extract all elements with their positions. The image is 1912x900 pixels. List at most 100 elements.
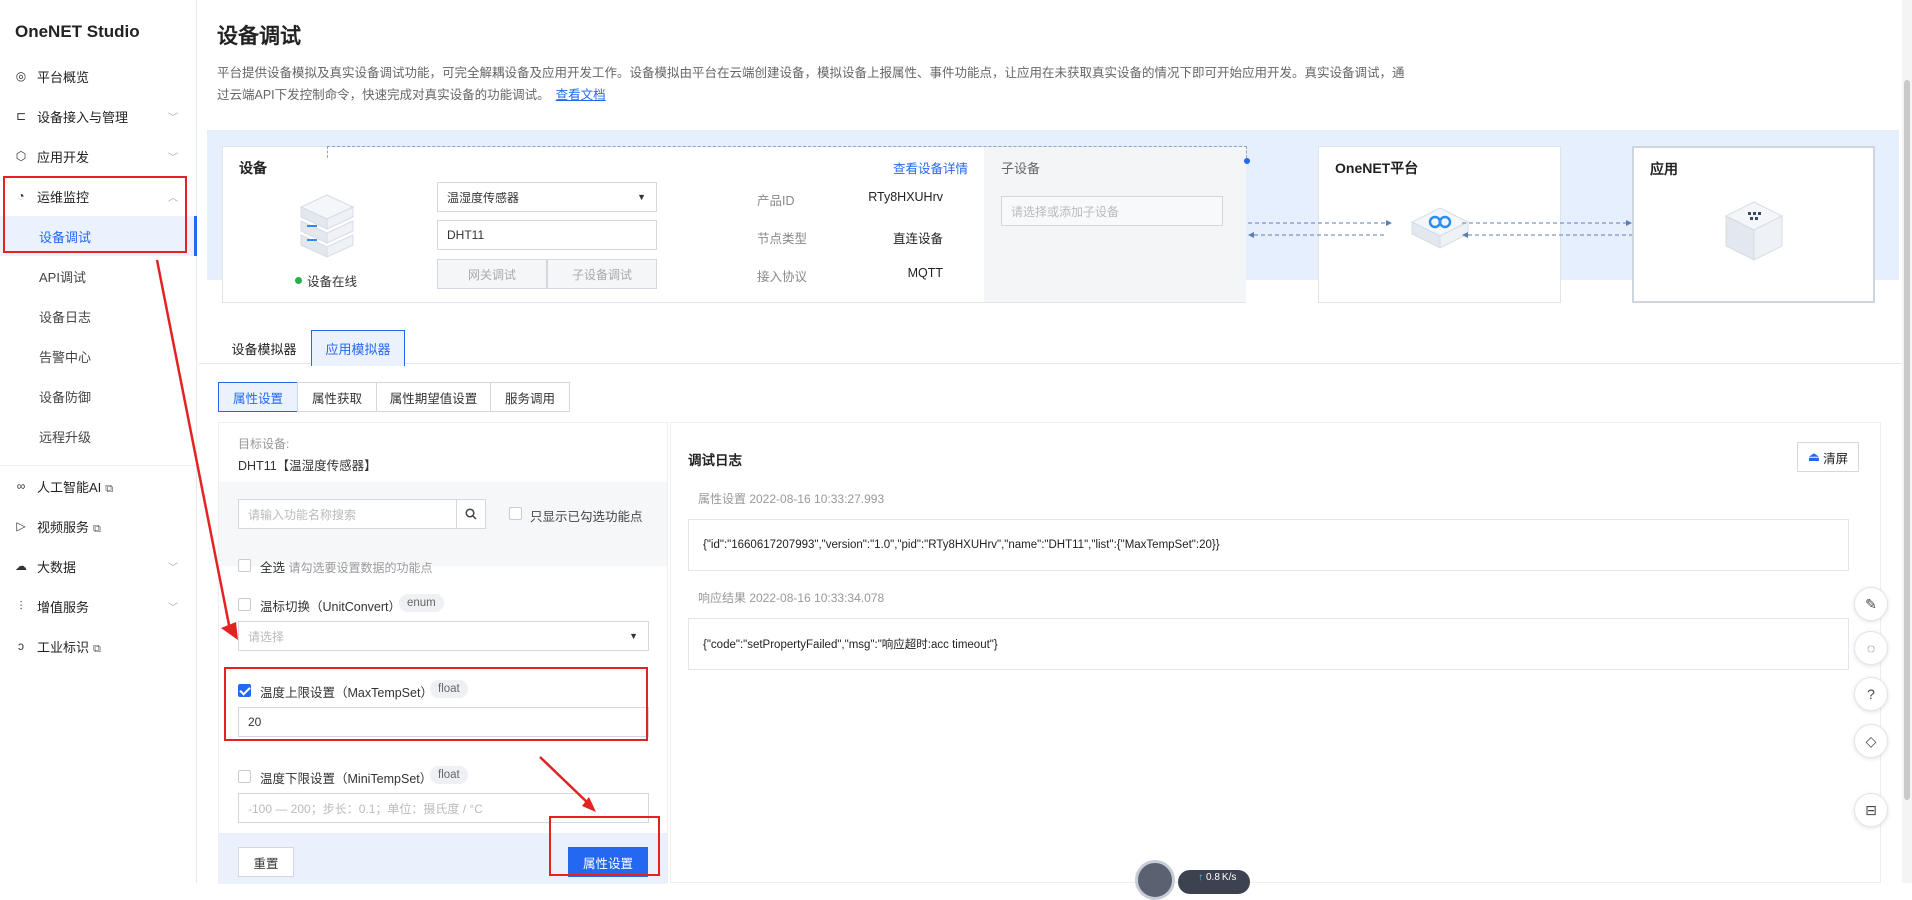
page-description: 平台提供设备模拟及真实设备调试功能，可完全解耦设备及应用开发工作。设备模拟由平台… <box>217 62 1457 106</box>
only-checked-label: 只显示已勾选功能点 <box>530 510 643 524</box>
node-type-label: 节点类型 <box>757 232 808 246</box>
debug-mode-group: 网关调试 子设备调试 <box>437 259 657 289</box>
network-speed-value: 0.8 <box>1206 872 1220 883</box>
chat-fab[interactable]: ◌ <box>1854 631 1888 665</box>
feedback-icon: ◇ <box>1865 732 1877 749</box>
sidebar-subitem-device-defense[interactable]: 设备防御 <box>0 376 196 416</box>
cloud-icon: ☁ <box>15 559 27 573</box>
application-cube-icon <box>1724 201 1784 261</box>
node-type-value: 直连设备 <box>892 232 943 246</box>
application-card: 应用 <box>1632 146 1875 303</box>
log-entry-body: {"id":"1660617207993","version":"1.0","p… <box>688 519 1849 571</box>
external-link-icon: ⧉ <box>93 522 101 535</box>
subdevice-select[interactable]: 请选择或添加子设备 <box>1001 196 1223 226</box>
nav-item-video[interactable]: ▷ 视频服务 ⧉ <box>0 508 196 544</box>
sidebar-subitem-alarm-center[interactable]: 告警中心 <box>0 336 196 376</box>
nav-item-device-management[interactable]: ⊏ 设备接入与管理 ﹀ <box>0 98 196 134</box>
prop-type-tag: enum <box>399 594 444 612</box>
nav-item-label: 工业标识 ⧉ <box>37 639 101 655</box>
select-placeholder: 请选择 <box>248 629 285 644</box>
edit-fab[interactable]: ✎ <box>1854 587 1888 621</box>
id-icon: ↄ <box>18 639 24 653</box>
log-entry-header: 响应结果 2022-08-16 10:33:34.078 <box>698 591 885 605</box>
subdevice-debug-button[interactable]: 子设备调试 <box>547 259 657 289</box>
clear-log-button[interactable]: ⏏ 清屏 <box>1797 442 1859 472</box>
compass-icon: ◎ <box>15 69 27 83</box>
clear-label: 清屏 <box>1823 451 1849 466</box>
nav-item-label: 人工智能AI ⧉ <box>37 479 114 495</box>
prop-unitconvert-checkbox[interactable] <box>238 598 251 611</box>
cube-icon: ⬡ <box>15 149 27 163</box>
scrollbar-thumb[interactable] <box>1904 80 1910 800</box>
network-speed-unit: K/s <box>1221 872 1237 883</box>
status-dot-icon <box>295 277 302 284</box>
nav-item-label: 应用开发 <box>37 149 90 165</box>
desc-line-1: 平台提供设备模拟及真实设备调试功能，可完全解耦设备及应用开发工作。设备模拟由平台… <box>217 66 1405 80</box>
chevron-down-icon: ﹀ <box>168 152 178 164</box>
log-entry-header: 属性设置 2022-08-16 10:33:27.993 <box>698 492 885 506</box>
protocol-value: MQTT <box>907 266 943 280</box>
nav-item-app-dev[interactable]: ⬡ 应用开发 ﹀ <box>0 138 196 174</box>
property-panel: 目标设备: DHT11【温湿度传感器】 请输入功能名称搜索 只显示已勾选功能点 … <box>218 422 668 884</box>
connector-dot <box>1244 158 1250 164</box>
chevron-down-icon: ﹀ <box>168 562 178 574</box>
target-device-label: 目标设备: <box>238 437 290 451</box>
subtab-property-get[interactable]: 属性获取 <box>297 382 377 412</box>
nav-item-industrial-id[interactable]: ↄ 工业标识 ⧉ <box>0 628 196 664</box>
nav-item-label: 视频服务 ⧉ <box>37 519 101 535</box>
subitem-label: 设备日志 <box>39 309 92 325</box>
subitem-label: 远程升级 <box>39 429 92 445</box>
doc-link[interactable]: 查看文档 <box>556 88 606 102</box>
brand-logo: OneNET Studio <box>15 22 140 41</box>
prop-minitempset-checkbox[interactable] <box>238 770 251 783</box>
nav-item-label: 增值服务 <box>37 599 90 615</box>
network-gauge <box>1135 860 1175 900</box>
edit-icon: ✎ <box>1865 595 1877 612</box>
subtab-service-call[interactable]: 服务调用 <box>490 382 570 412</box>
tab-device-simulator[interactable]: 设备模拟器 <box>222 330 306 366</box>
product-select[interactable]: 温湿度传感器 ▼ <box>437 182 657 212</box>
feedback-fab[interactable]: ◇ <box>1854 724 1888 758</box>
protocol-label: 接入协议 <box>757 270 808 284</box>
video-icon: ▷ <box>16 519 26 533</box>
sidebar-subitem-ota[interactable]: 远程升级 <box>0 416 196 456</box>
prop-minitempset-label: 温度下限设置（MiniTempSet） <box>260 772 433 786</box>
chat-icon: ◌ <box>1866 640 1876 656</box>
link-icon: ∞ <box>16 479 26 493</box>
page-title: 设备调试 <box>217 25 301 48</box>
subdevice-title: 子设备 <box>1001 161 1041 176</box>
device-card: 设备 查看设备详情 设备在线 温湿度传感器 ▼ DHT11 网关调试 子设备调试… <box>222 146 1246 303</box>
subtab-desired-value[interactable]: 属性期望值设置 <box>376 382 491 412</box>
prop-unitconvert-select[interactable]: 请选择 ▼ <box>238 621 649 651</box>
debug-log-panel: 调试日志 ⏏ 清屏 属性设置 2022-08-16 10:33:27.993 {"… <box>670 422 1881 883</box>
device-stack-icon <box>299 194 355 258</box>
select-all-checkbox[interactable] <box>238 559 251 572</box>
subdevice-area: 子设备 请选择或添加子设备 <box>984 147 1246 302</box>
only-checked-checkbox[interactable] <box>509 507 522 520</box>
nav-item-bigdata[interactable]: ☁ 大数据 ﹀ <box>0 548 196 584</box>
reset-button[interactable]: 重置 <box>238 847 294 877</box>
search-button[interactable] <box>456 499 486 529</box>
help-fab[interactable]: ? <box>1854 677 1888 711</box>
tab-app-simulator[interactable]: 应用模拟器 <box>311 330 405 366</box>
sidebar-subitem-api-debug[interactable]: API调试 <box>0 256 196 296</box>
device-name-input[interactable]: DHT11 <box>437 220 657 250</box>
product-id-value: RTy8HXUHrv <box>868 190 943 204</box>
nav-item-value-added[interactable]: ⫶ 增值服务 ﹀ <box>0 588 196 624</box>
product-select-value: 温湿度传感器 <box>447 190 520 205</box>
device-status: 设备在线 <box>295 271 357 290</box>
collapse-fab[interactable]: ⊟ <box>1854 793 1888 827</box>
subtab-property-set[interactable]: 属性设置 <box>218 382 298 412</box>
nav-item-ai[interactable]: ∞ 人工智能AI ⧉ <box>0 468 196 504</box>
dashed-connector <box>327 146 1247 158</box>
prop-unitconvert-label: 温标切换（UnitConvert） <box>260 600 401 614</box>
chart-icon: ⫶ <box>19 598 23 613</box>
platform-card-title: OneNET平台 <box>1335 160 1419 176</box>
sidebar-subitem-device-log[interactable]: 设备日志 <box>0 296 196 336</box>
caret-down-icon: ▼ <box>629 631 638 641</box>
nav-item-label: 大数据 <box>37 559 77 575</box>
search-input[interactable]: 请输入功能名称搜索 <box>238 499 456 529</box>
nav-item-overview[interactable]: ◎ 平台概览 <box>0 58 196 94</box>
device-detail-link[interactable]: 查看设备详情 <box>893 158 968 177</box>
gateway-debug-button[interactable]: 网关调试 <box>437 259 547 289</box>
